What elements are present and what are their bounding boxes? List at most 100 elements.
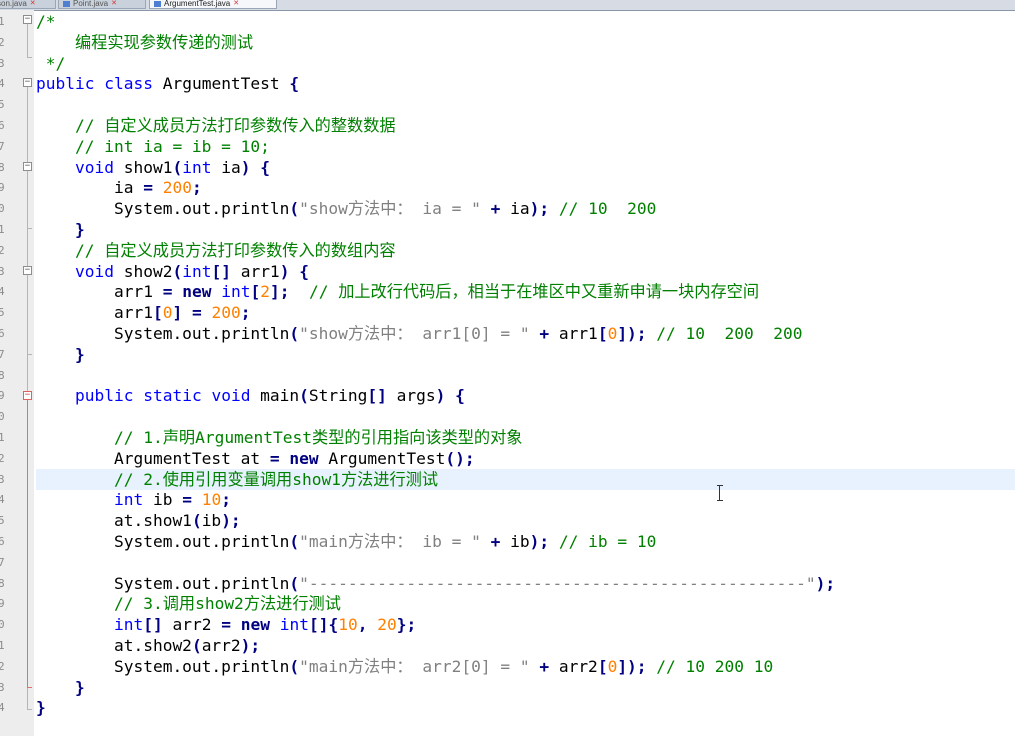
code-token: 类型的引用指向该类型的对象 bbox=[312, 428, 523, 447]
code-token: ( bbox=[172, 261, 183, 281]
code-token: at.show2 bbox=[36, 636, 192, 655]
code-token: // bbox=[36, 240, 105, 260]
code-token: 0 bbox=[607, 656, 618, 676]
close-icon[interactable]: ✕ bbox=[30, 0, 37, 7]
code-token: 声明 bbox=[162, 428, 196, 447]
code-token: 加上改行代码后，相当于在堆区中又重新申请一块内存空间 bbox=[338, 282, 760, 302]
code-token: + bbox=[490, 532, 501, 551]
fold-collapse-icon[interactable]: − bbox=[23, 266, 32, 275]
code-token: // int ia = ib = 10; bbox=[36, 136, 270, 156]
code-token: [ bbox=[152, 303, 163, 323]
code-token: */ bbox=[36, 53, 66, 73]
code-token: [] bbox=[143, 615, 163, 635]
code-token: (); bbox=[445, 448, 475, 468]
code-token: []{ bbox=[308, 615, 339, 635]
code-token: ib bbox=[143, 490, 183, 510]
code-token: { bbox=[299, 261, 309, 281]
editor-tab-bar: son.java✕ Point.java✕ ArgumentTest.java✕ bbox=[0, 0, 1015, 11]
code-token: + bbox=[539, 656, 550, 676]
code-line: } bbox=[36, 219, 85, 240]
line-number: 1 bbox=[0, 431, 5, 444]
code-line: ArgumentTest at = new ArgumentTest(); bbox=[36, 448, 475, 469]
code-token: // 2. bbox=[36, 469, 163, 489]
tab-point-java[interactable]: Point.java ✕ bbox=[58, 0, 146, 9]
code-token: } bbox=[74, 220, 85, 239]
close-icon[interactable]: ✕ bbox=[111, 0, 118, 7]
tab-label: ArgumentTest.java bbox=[164, 0, 231, 8]
line-number: 7 bbox=[0, 347, 5, 361]
code-token: = bbox=[269, 448, 280, 468]
code-token: void bbox=[74, 261, 114, 281]
line-number: 2 bbox=[0, 243, 5, 257]
line-number: 5 bbox=[0, 514, 5, 528]
line-number: 2 bbox=[0, 451, 5, 465]
code-token: ia bbox=[211, 157, 241, 177]
code-token: + bbox=[539, 324, 550, 343]
code-token: 方法进行测试 bbox=[340, 469, 439, 489]
code-token: 方法中： bbox=[347, 324, 413, 343]
fold-collapse-icon[interactable]: − bbox=[23, 78, 32, 87]
fold-end-marker bbox=[27, 709, 32, 710]
code-token: ) bbox=[435, 386, 446, 406]
code-token: // 10 200 10 bbox=[646, 656, 774, 676]
code-token: , bbox=[357, 615, 378, 635]
code-token: + bbox=[490, 199, 501, 219]
tab-label: Point.java bbox=[73, 0, 109, 8]
code-token: ( bbox=[289, 199, 300, 219]
code-line: System.out.println("main方法中： arr2[0] = "… bbox=[36, 656, 773, 677]
code-line: public class ArgumentTest { bbox=[36, 73, 299, 94]
code-token: arr2 bbox=[162, 615, 222, 635]
code-token: // bbox=[36, 116, 105, 135]
code-token: System.out.println bbox=[36, 656, 290, 676]
code-line: void show2(int[] arr1) { bbox=[36, 261, 309, 282]
code-token: arr2[0] = " bbox=[412, 656, 530, 676]
java-file-icon bbox=[63, 1, 70, 7]
code-token: 2 bbox=[260, 282, 270, 302]
line-number: 9 bbox=[0, 597, 5, 611]
line-number: 7 bbox=[0, 139, 5, 153]
editor-gutter: 1 2 3 4 5 6 7 8 9 0 1 2 3 4 5 6 7 8 9 0 1 2 3 4 5 6 7 8 9 0 1 2 3 4 − − −… bbox=[0, 10, 34, 736]
tab-son-java[interactable]: son.java✕ bbox=[0, 0, 56, 9]
fold-collapse-icon[interactable]: − bbox=[23, 162, 32, 171]
code-token: [ bbox=[597, 656, 608, 676]
code-token: main bbox=[250, 386, 300, 406]
line-number: 4 bbox=[0, 285, 5, 299]
code-token: 0 bbox=[162, 303, 173, 323]
code-token: ( bbox=[191, 636, 202, 655]
close-icon[interactable]: ✕ bbox=[233, 0, 240, 7]
code-token: ]; bbox=[269, 282, 290, 302]
fold-collapse-icon[interactable]: − bbox=[23, 391, 32, 400]
code-token: ; bbox=[191, 178, 202, 198]
code-token: void bbox=[74, 157, 114, 177]
fold-collapse-icon[interactable]: − bbox=[23, 15, 32, 24]
code-token: int bbox=[279, 615, 309, 635]
fold-end-marker bbox=[27, 228, 32, 229]
line-number: 3 bbox=[0, 264, 5, 278]
code-token: show1 bbox=[292, 469, 341, 489]
line-number: 4 bbox=[0, 493, 5, 507]
code-token: System.out.println bbox=[36, 199, 290, 219]
code-token: ( bbox=[289, 324, 300, 343]
text-cursor-icon bbox=[717, 485, 725, 501]
line-number: 4 bbox=[0, 77, 5, 91]
code-token: 自定义成员方法打印参数传入的数组内容 bbox=[104, 240, 396, 260]
code-token: at.show1 bbox=[36, 511, 192, 531]
line-number: 8 bbox=[0, 368, 5, 382]
code-token: = bbox=[191, 303, 202, 323]
code-token: show2 bbox=[113, 261, 173, 281]
line-number: 3 bbox=[0, 680, 5, 694]
tab-argumenttest-java[interactable]: ArgumentTest.java ✕ bbox=[149, 0, 277, 9]
code-token: ia = " bbox=[412, 199, 481, 219]
fold-end-marker bbox=[27, 687, 32, 688]
